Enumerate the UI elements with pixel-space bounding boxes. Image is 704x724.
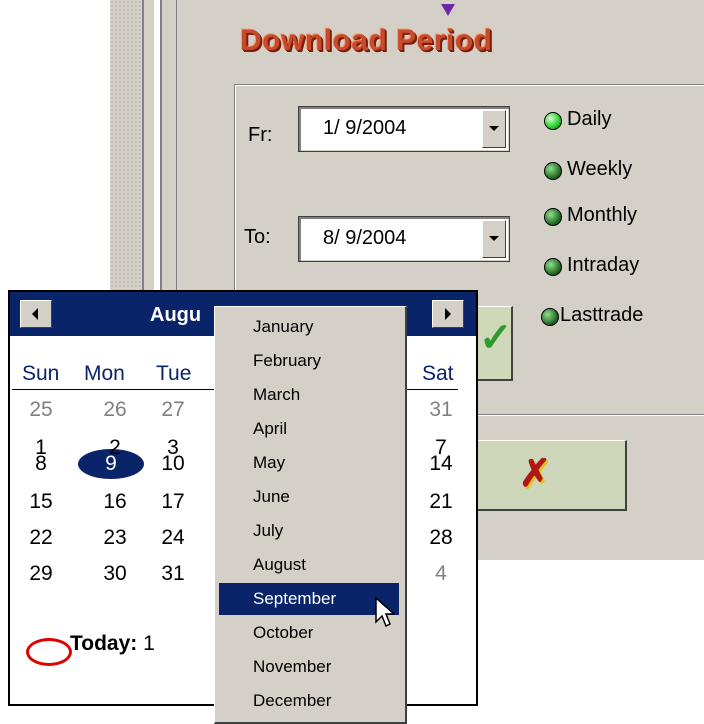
day-cell[interactable]: 26 [98,398,132,422]
day-cell[interactable]: 10 [156,452,190,476]
from-date-dropdown-button[interactable] [482,110,506,148]
period-label: Weekly [567,158,633,180]
to-date-value: 8/ 9/2004 [323,227,407,249]
selected-day-cell[interactable]: 9 [94,452,128,476]
day-cell[interactable]: 31 [424,398,458,422]
menu-item-october[interactable]: October [219,617,399,649]
dow-mon: Mon [84,362,125,385]
dow-tue: Tue [156,362,192,385]
day-cell[interactable]: 31 [156,562,190,586]
day-cell[interactable]: 4 [424,562,458,586]
day-cell[interactable]: 30 [98,562,132,586]
ok-button[interactable]: ✓ [472,306,513,381]
dow-sun: Sun [22,362,60,385]
checkmark-icon: ✓ [479,316,513,360]
menu-item-february[interactable]: February [219,345,399,377]
month-dropdown-menu: January February March April May June Ju… [214,306,407,724]
day-cell[interactable]: 29 [24,562,58,586]
prev-month-button[interactable] [20,300,52,328]
close-icon: ✗ [519,453,551,495]
day-cell[interactable]: 27 [156,398,190,422]
period-label: Monthly [567,204,638,226]
from-date-combo[interactable]: 1/ 9/2004 [296,104,512,154]
menu-item-december[interactable]: December [219,685,399,717]
led-off-icon [544,208,562,226]
from-label: Fr: [248,124,273,146]
led-off-icon [544,258,562,276]
menu-item-january[interactable]: January [219,311,399,343]
day-cell[interactable]: 8 [24,452,58,476]
calendar-month-title[interactable]: Augu [150,304,201,327]
today-circle-icon [26,638,72,666]
menu-item-august[interactable]: August [219,549,399,581]
menu-item-november[interactable]: November [219,651,399,683]
led-on-icon [544,112,562,130]
day-cell[interactable]: 14 [424,452,458,476]
menu-item-september[interactable]: September [219,583,399,615]
arrow-down-icon [441,4,455,16]
day-cell[interactable]: 24 [156,526,190,550]
period-label: Daily [567,108,612,130]
today-link[interactable]: Today: 1 [70,632,155,656]
day-cell[interactable]: 15 [24,490,58,514]
to-date-dropdown-button[interactable] [482,220,506,258]
period-label: Intraday [567,254,640,276]
period-label: Lasttrade [560,304,644,326]
to-date-combo[interactable]: 8/ 9/2004 [296,214,512,264]
menu-item-april[interactable]: April [219,413,399,445]
day-cell[interactable]: 21 [424,490,458,514]
menu-item-march[interactable]: March [219,379,399,411]
dialog-title: Download Period [240,24,493,57]
menu-item-july[interactable]: July [219,515,399,547]
to-label: To: [244,226,271,248]
from-date-value: 1/ 9/2004 [323,117,407,139]
day-cell[interactable]: 25 [24,398,58,422]
mouse-pointer-icon [375,596,396,628]
today-label: Today: [70,632,138,655]
menu-item-may[interactable]: May [219,447,399,479]
next-month-button[interactable] [432,300,464,328]
led-off-icon [541,308,559,326]
today-value: 1 [143,632,155,655]
day-cell[interactable]: 16 [98,490,132,514]
dow-sat: Sat [422,362,454,385]
cancel-button[interactable]: ✗ [474,440,627,511]
led-off-icon [544,162,562,180]
day-cell[interactable]: 17 [156,490,190,514]
menu-item-june[interactable]: June [219,481,399,513]
day-cell[interactable]: 23 [98,526,132,550]
day-cell[interactable]: 28 [424,526,458,550]
day-cell[interactable]: 22 [24,526,58,550]
